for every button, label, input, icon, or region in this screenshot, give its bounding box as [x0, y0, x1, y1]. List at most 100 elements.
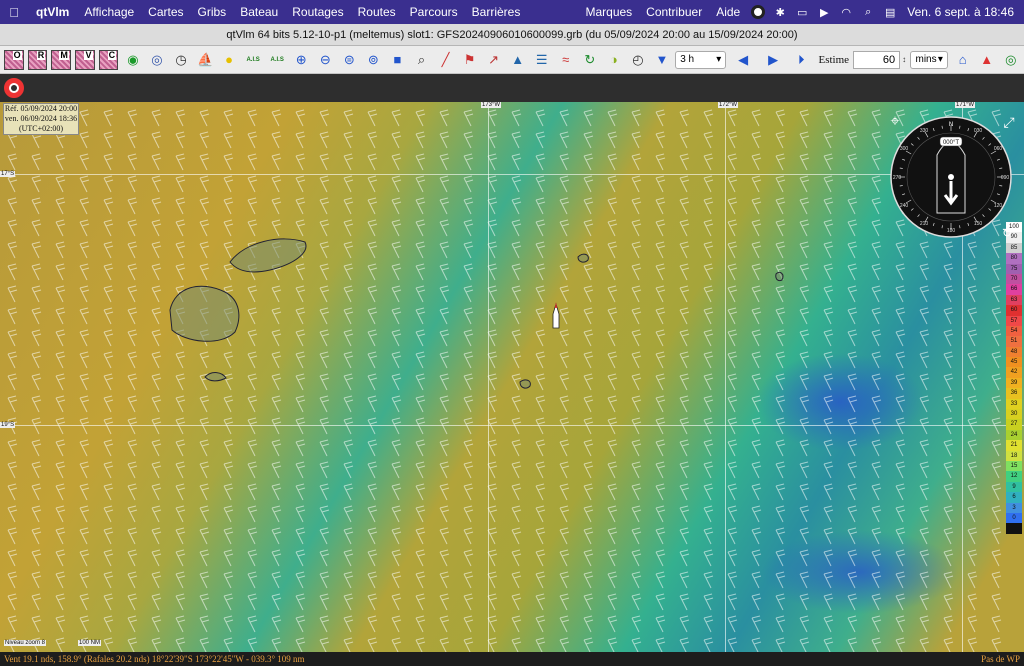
menu-marques[interactable]: Marques: [578, 5, 639, 19]
zoom-fit-icon[interactable]: ⊜: [339, 49, 361, 71]
menu-gribs[interactable]: Gribs: [191, 5, 234, 19]
estime-unit-value: mins: [915, 54, 937, 65]
wifi-icon[interactable]: ◠: [835, 6, 857, 19]
wind-barb: [103, 549, 114, 567]
clock-icon[interactable]: ◷: [170, 49, 192, 71]
wind-barb: [631, 505, 642, 523]
alarm-bell-icon[interactable]: ⌂: [952, 49, 974, 71]
tick-210: 210: [920, 221, 929, 227]
route-flag-icon[interactable]: ⚑: [459, 49, 481, 71]
download-icon[interactable]: ▼: [651, 49, 673, 71]
wind-barb: [175, 131, 186, 149]
wind-barb: [895, 285, 906, 303]
step-back-icon[interactable]: ◀: [732, 49, 754, 71]
wind-barb: [631, 373, 642, 391]
zoom-in-icon[interactable]: ⊕: [290, 49, 312, 71]
menu-barrieres[interactable]: Barrières: [465, 5, 528, 19]
ais-antenna-icon[interactable]: A.I.S: [242, 49, 264, 71]
menu-bar:  qtVlm Affichage Cartes Gribs Bateau Ro…: [0, 0, 1024, 24]
refresh-icon[interactable]: ↻: [579, 49, 601, 71]
zoom-out-icon[interactable]: ⊖: [315, 49, 337, 71]
map-view-icon[interactable]: ■: [387, 49, 409, 71]
step-select[interactable]: 3 h ▾: [675, 50, 727, 69]
record-status-icon[interactable]: [747, 5, 769, 19]
menu-bateau[interactable]: Bateau: [233, 5, 285, 19]
wind-barb: [655, 241, 666, 259]
menu-affichage[interactable]: Affichage: [77, 5, 141, 19]
lightbulb-icon[interactable]: ●: [218, 49, 240, 71]
play-icon[interactable]: ⏵: [790, 49, 812, 71]
layers-icon[interactable]: ☰: [531, 49, 553, 71]
search-icon[interactable]: ⌕: [857, 6, 879, 19]
grib-m-button[interactable]: M: [51, 49, 71, 70]
wind-barb: [223, 417, 234, 435]
wind-barb: [583, 461, 594, 479]
scale-cell: 54: [1006, 325, 1022, 337]
menu-cartes[interactable]: Cartes: [141, 5, 190, 19]
wind-barb: [679, 329, 690, 347]
wind-barb: [799, 527, 810, 545]
battery-icon[interactable]: ▭: [791, 6, 813, 19]
weather-map[interactable]: 173°W 172°W 171°W 17°S 19°S: [0, 102, 1024, 652]
routing-icon[interactable]: ↗: [483, 49, 505, 71]
menubar-clock[interactable]: Ven. 6 sept. à 18:46: [901, 5, 1024, 19]
wind-barb: [487, 373, 498, 391]
apple-menu-icon[interactable]: : [0, 5, 28, 20]
warning-icon[interactable]: ▲: [976, 49, 998, 71]
estime-input[interactable]: 60: [853, 50, 901, 69]
compass-rose[interactable]: 000°T N 330 030 300 060 270 090 240 120 …: [889, 115, 1013, 239]
wind-barb: [655, 395, 666, 413]
wind-barb: [463, 417, 474, 435]
bluetooth-icon[interactable]: ✱: [769, 6, 791, 19]
wind-barb: [127, 571, 138, 589]
grib-v-button[interactable]: V: [74, 49, 95, 70]
time-icon[interactable]: ◴: [627, 49, 649, 71]
boat-icon[interactable]: ⛵: [194, 49, 216, 71]
boat-marker-icon[interactable]: [551, 302, 561, 332]
wind-barb: [247, 417, 258, 435]
step-forward-icon[interactable]: ▶: [762, 49, 784, 71]
wind-barb: [847, 417, 858, 435]
barrier-icon[interactable]: ≈: [555, 49, 577, 71]
menu-routages[interactable]: Routages: [285, 5, 350, 19]
control-center-icon[interactable]: ▤: [879, 6, 901, 19]
wind-barb: [559, 175, 570, 193]
stepper-icon[interactable]: ↕: [900, 49, 908, 71]
play-status-icon[interactable]: ▶: [813, 6, 835, 19]
measure-icon[interactable]: ╱: [435, 49, 457, 71]
wind-barb: [391, 527, 402, 545]
wind-barb: [175, 395, 186, 413]
compass-icon[interactable]: ◎: [146, 49, 168, 71]
zoom-area-icon[interactable]: ⊚: [363, 49, 385, 71]
grib-o-button[interactable]: O: [4, 49, 24, 70]
wind-barb: [727, 527, 738, 545]
wind-barb: [775, 527, 786, 545]
wind-barb: [79, 219, 90, 237]
grib-c-button[interactable]: C: [98, 49, 119, 70]
wind-barb: [319, 241, 330, 259]
menu-routes[interactable]: Routes: [351, 5, 403, 19]
estime-unit-select[interactable]: mins ▾: [910, 50, 948, 69]
target-icon[interactable]: ◎: [1000, 49, 1022, 71]
app-menu[interactable]: qtVlm: [28, 5, 77, 19]
wind-barb: [991, 373, 1002, 391]
weather-icon[interactable]: ◑: [603, 49, 625, 71]
grib-r-button[interactable]: R: [27, 49, 48, 70]
navigation-icon[interactable]: ◉: [122, 49, 144, 71]
wind-barb: [463, 197, 474, 215]
menu-parcours[interactable]: Parcours: [403, 5, 465, 19]
magnifier-icon[interactable]: ⌕: [411, 49, 433, 71]
lifebuoy-icon[interactable]: [4, 78, 24, 98]
wind-barb: [367, 417, 378, 435]
scale-cell: 57: [1006, 315, 1022, 326]
wind-barb: [31, 197, 42, 215]
ais-bars-icon[interactable]: A.I.S: [266, 49, 288, 71]
station-icon[interactable]: ▲: [507, 49, 529, 71]
wind-barb: [247, 109, 258, 127]
scale-refresh-icon[interactable]: ↻: [1000, 226, 1014, 240]
menu-aide[interactable]: Aide: [709, 5, 747, 19]
wind-barb: [775, 219, 786, 237]
wind-barb: [631, 263, 642, 281]
menu-contribuer[interactable]: Contribuer: [639, 5, 709, 19]
wind-barb: [31, 329, 42, 347]
